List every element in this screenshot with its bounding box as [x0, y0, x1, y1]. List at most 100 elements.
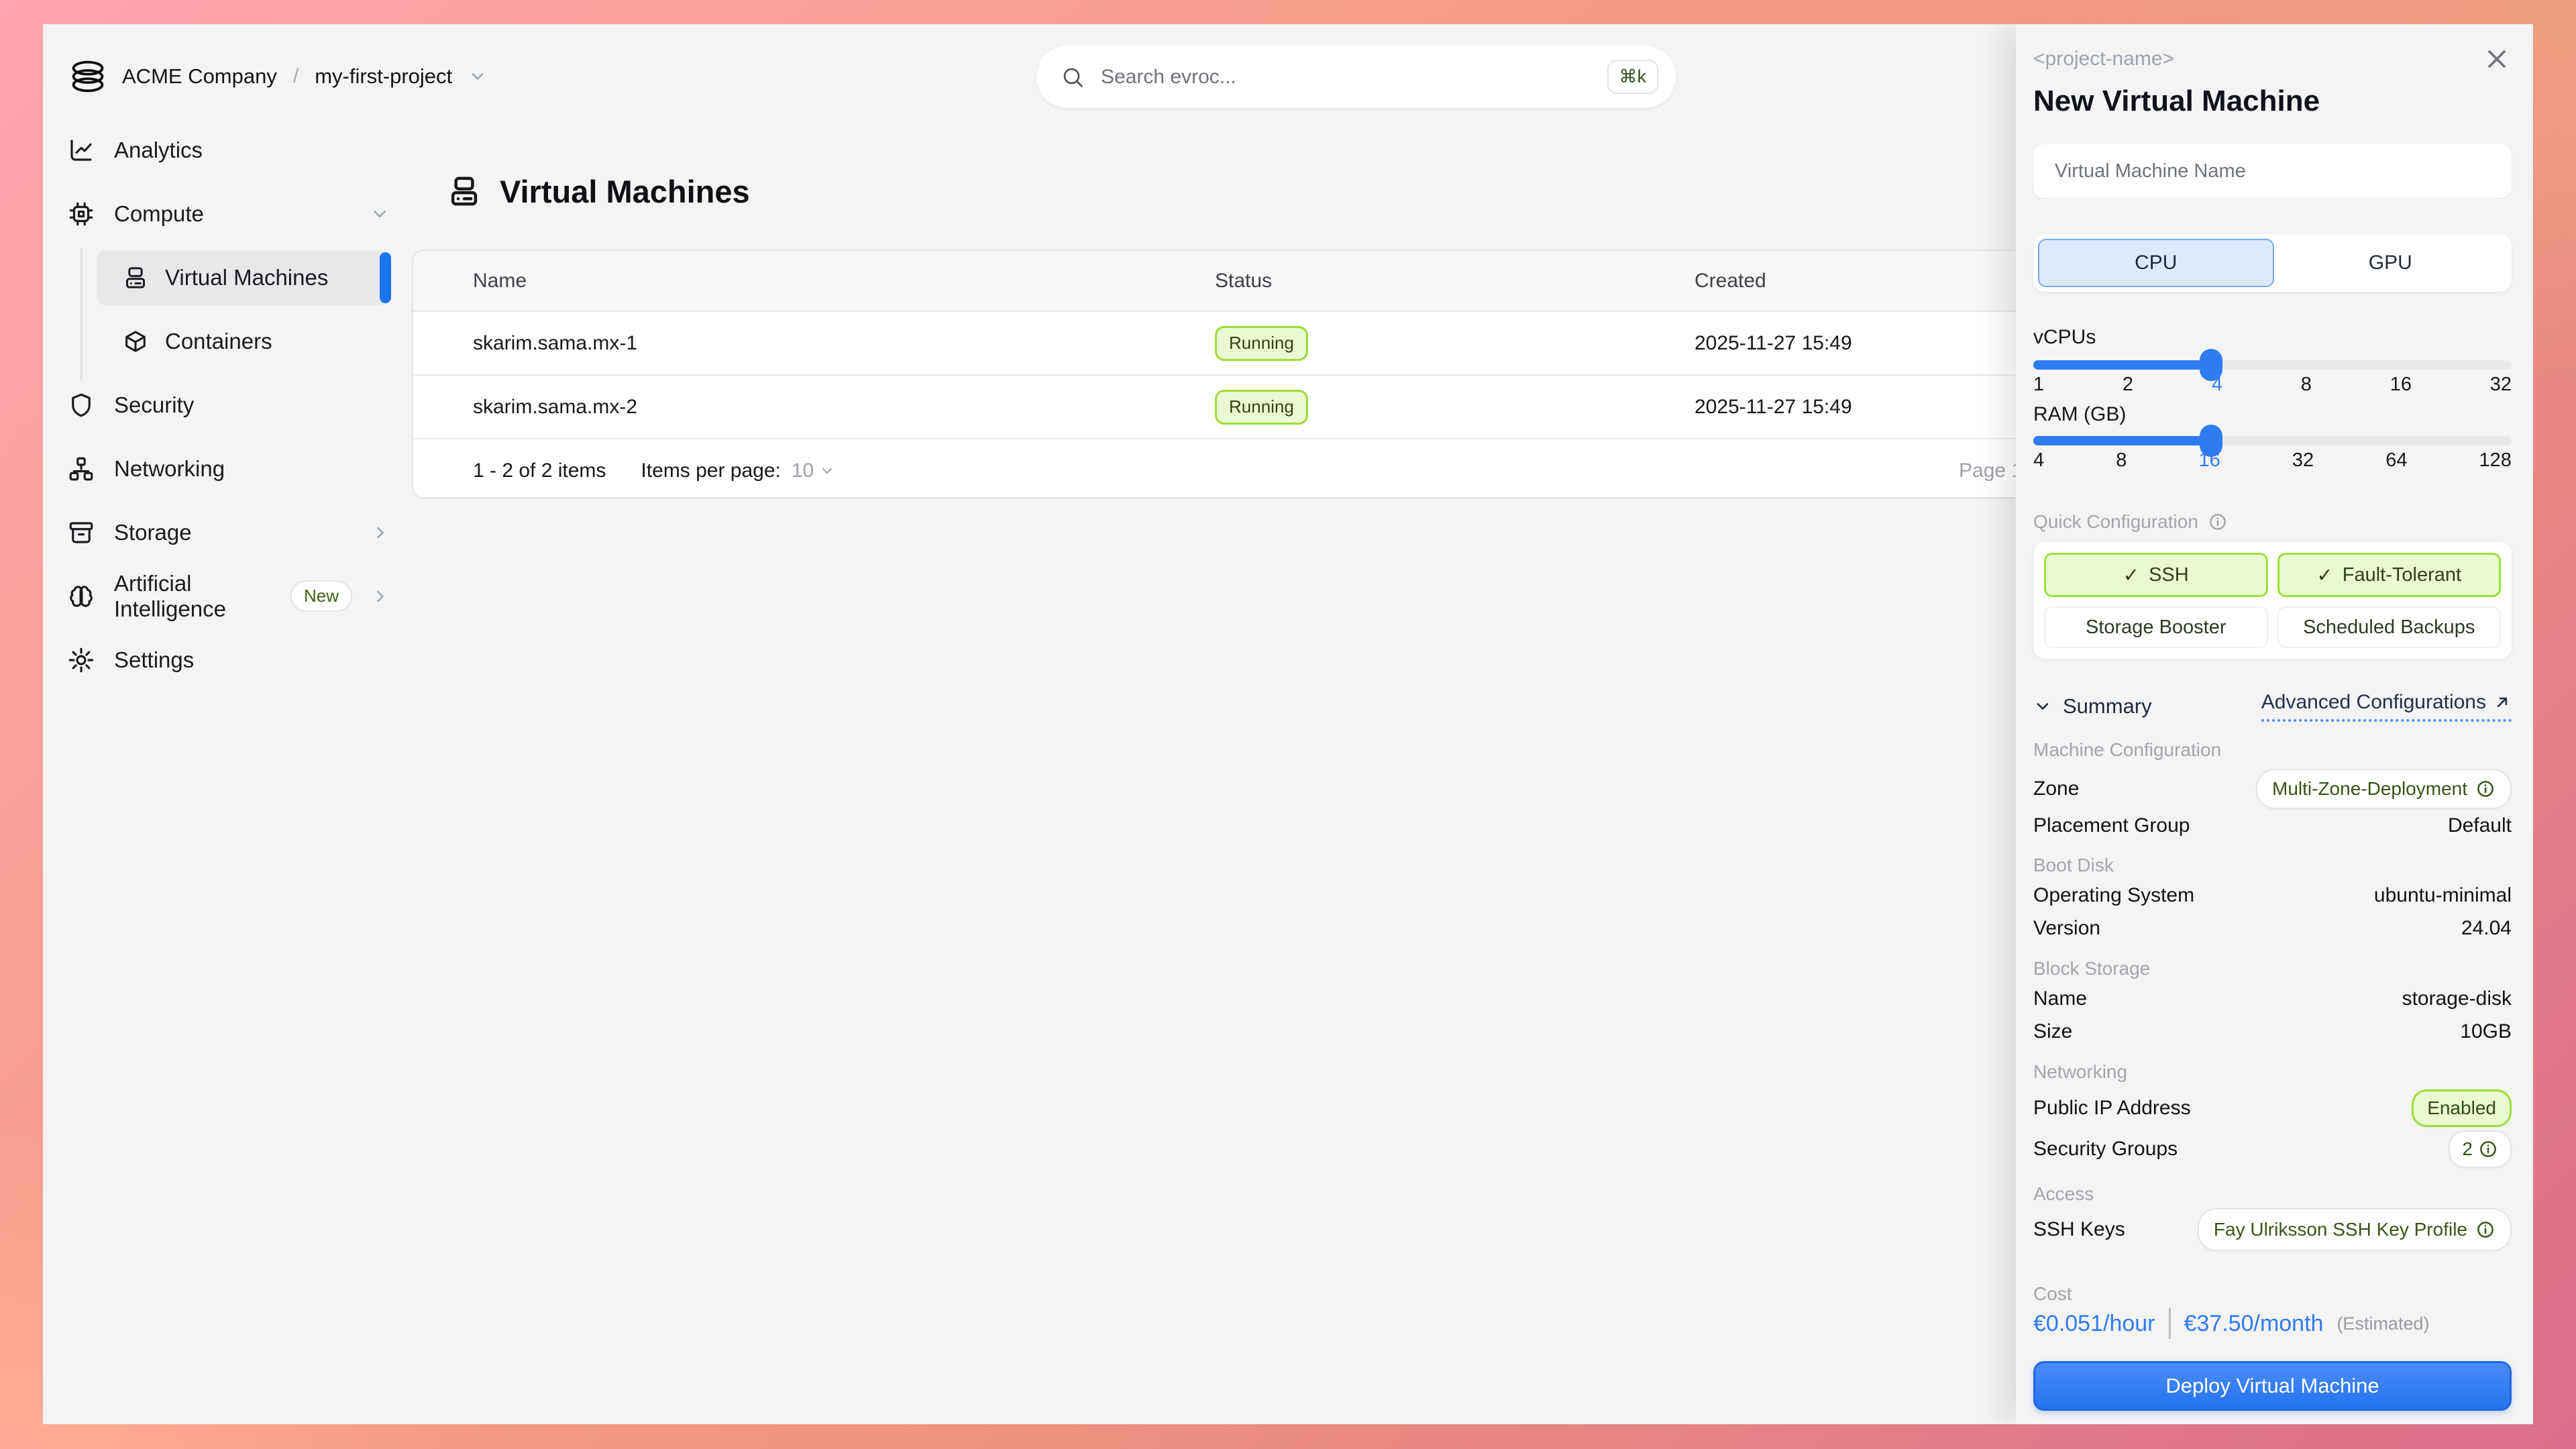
server-icon	[122, 264, 149, 291]
info-icon	[2475, 1220, 2496, 1240]
sidebar-item-security[interactable]: Security	[43, 373, 409, 437]
sidebar-item-networking[interactable]: Networking	[43, 437, 409, 500]
table-row[interactable]: skarim.sama.mx-2 Running 2025-11-27 15:4…	[413, 376, 2128, 439]
sidebar-item-storage[interactable]: Storage	[43, 500, 409, 564]
status-badge: Running	[1215, 326, 1308, 361]
sidebar-item-virtual-machines[interactable]: Virtual Machines	[97, 250, 390, 305]
search-shortcut-badge: ⌘k	[1607, 60, 1659, 94]
vcpus-label: vCPUs	[2033, 326, 2512, 349]
page-title-text: Virtual Machines	[500, 173, 750, 210]
vm-name[interactable]: skarim.sama.mx-1	[413, 332, 1215, 355]
check-icon: ✓	[2316, 564, 2332, 587]
section-block-storage: Block Storage	[2033, 958, 2512, 979]
sidebar-item-label: Storage	[114, 520, 192, 545]
breadcrumb-company[interactable]: ACME Company	[122, 64, 277, 89]
tab-cpu[interactable]: CPU	[2038, 239, 2274, 287]
quick-option-label: Storage Booster	[2086, 616, 2226, 639]
tick: 32	[2490, 374, 2512, 396]
sidebar-item-analytics[interactable]: Analytics	[43, 118, 409, 182]
close-icon[interactable]	[2481, 43, 2513, 75]
item-count: 1 - 2 of 2 items	[473, 460, 606, 482]
vcpus-slider[interactable]	[2033, 360, 2512, 370]
quick-option-fault-tolerant[interactable]: ✓ Fault-Tolerant	[2277, 553, 2502, 597]
sidebar-item-label: Virtual Machines	[165, 265, 328, 290]
vcpus-slider-fill	[2033, 360, 2211, 370]
vm-name-input[interactable]	[2033, 144, 2512, 198]
table-footer: 1 - 2 of 2 items Items per page: 10 Page…	[413, 439, 2128, 498]
archive-icon	[67, 519, 95, 547]
quick-option-label: SSH	[2149, 564, 2189, 586]
chevron-right-icon[interactable]	[371, 587, 390, 606]
summary-toggle[interactable]: Summary	[2033, 694, 2152, 718]
size-label: Size	[2033, 1020, 2072, 1043]
sidebar-item-label: Networking	[114, 456, 225, 482]
version-row: Version 24.04	[2033, 917, 2512, 940]
ram-slider-fill	[2033, 436, 2211, 445]
tick: 16	[2390, 374, 2412, 396]
cost-divider	[2169, 1308, 2171, 1339]
chevron-down-icon[interactable]	[468, 67, 487, 86]
panel-project-name: <project-name>	[2033, 48, 2512, 70]
column-header-status[interactable]: Status	[1215, 270, 1695, 292]
summary-header: Summary Advanced Configurations	[2033, 691, 2512, 722]
box-icon	[122, 328, 149, 355]
table-row[interactable]: skarim.sama.mx-1 Running 2025-11-27 15:4…	[413, 312, 2128, 376]
compute-subtree: Virtual Machines Containers	[97, 250, 390, 373]
vm-name[interactable]: skarim.sama.mx-2	[413, 396, 1215, 419]
quick-option-storage-booster[interactable]: Storage Booster	[2044, 606, 2268, 648]
placement-group-row: Placement Group Default	[2033, 814, 2512, 837]
size-value: 10GB	[2460, 1020, 2512, 1043]
quick-config-label-text: Quick Configuration	[2033, 511, 2198, 533]
evroc-logo-icon	[70, 58, 106, 95]
os-row: Operating System ubuntu-minimal	[2033, 884, 2512, 907]
cost-label: Cost	[2033, 1283, 2512, 1305]
network-icon	[67, 455, 95, 483]
security-groups-count: 2	[2462, 1138, 2473, 1160]
advanced-configurations-link[interactable]: Advanced Configurations	[2261, 691, 2512, 722]
ssh-keys-label: SSH Keys	[2033, 1218, 2125, 1241]
sidebar-item-label: Analytics	[114, 138, 203, 163]
placement-group-label: Placement Group	[2033, 814, 2190, 837]
version-value: 24.04	[2461, 917, 2512, 940]
items-per-page-select[interactable]: 10	[792, 460, 835, 482]
ssh-keys-pill[interactable]: Fay Ulriksson SSH Key Profile	[2198, 1208, 2512, 1251]
zone-row: Zone Multi-Zone-Deployment	[2033, 769, 2512, 809]
security-groups-pill[interactable]: 2	[2449, 1130, 2512, 1168]
tab-gpu[interactable]: GPU	[2274, 239, 2508, 287]
breadcrumb-project[interactable]: my-first-project	[315, 64, 452, 89]
version-label: Version	[2033, 917, 2100, 940]
public-ip-value-badge: Enabled	[2412, 1089, 2512, 1127]
deploy-button[interactable]: Deploy Virtual Machine	[2033, 1361, 2512, 1411]
chevron-right-icon[interactable]	[371, 523, 390, 542]
block-name-row: Name storage-disk	[2033, 987, 2512, 1010]
ram-slider[interactable]	[2033, 436, 2512, 445]
info-icon	[2475, 779, 2496, 799]
server-icon	[446, 173, 482, 209]
quick-option-scheduled-backups[interactable]: Scheduled Backups	[2277, 606, 2502, 648]
info-icon	[2478, 1139, 2498, 1159]
vm-table: Name Status Created skarim.sama.mx-1 Run…	[412, 250, 2129, 498]
zone-value-pill[interactable]: Multi-Zone-Deployment	[2256, 769, 2512, 809]
search-input[interactable]	[1101, 66, 1591, 89]
cost-row: €0.051/hour €37.50/month (Estimated)	[2033, 1308, 2512, 1339]
section-networking: Networking	[2033, 1061, 2512, 1083]
global-search: ⌘k	[1036, 46, 1676, 108]
chevron-down-icon[interactable]	[370, 204, 390, 224]
tick: 32	[2292, 449, 2314, 472]
public-ip-label: Public IP Address	[2033, 1097, 2191, 1120]
sidebar-item-artificial-intelligence[interactable]: Artificial Intelligence New	[43, 564, 409, 628]
sidebar-item-settings[interactable]: Settings	[43, 628, 409, 692]
sidebar-item-compute[interactable]: Compute	[43, 182, 409, 246]
column-header-name[interactable]: Name	[413, 270, 1215, 292]
chevron-down-icon	[2033, 697, 2052, 716]
sidebar-item-containers[interactable]: Containers	[97, 309, 390, 373]
quick-option-ssh[interactable]: ✓ SSH	[2044, 553, 2268, 597]
public-ip-row: Public IP Address Enabled	[2033, 1089, 2512, 1127]
os-value: ubuntu-minimal	[2374, 884, 2512, 907]
tick: 1	[2033, 374, 2044, 396]
summary-label: Summary	[2063, 694, 2152, 718]
ssh-keys-value: Fay Ulriksson SSH Key Profile	[2214, 1219, 2467, 1240]
tick: 8	[2116, 449, 2127, 472]
search-icon	[1061, 65, 1085, 89]
zone-value: Multi-Zone-Deployment	[2272, 778, 2467, 800]
